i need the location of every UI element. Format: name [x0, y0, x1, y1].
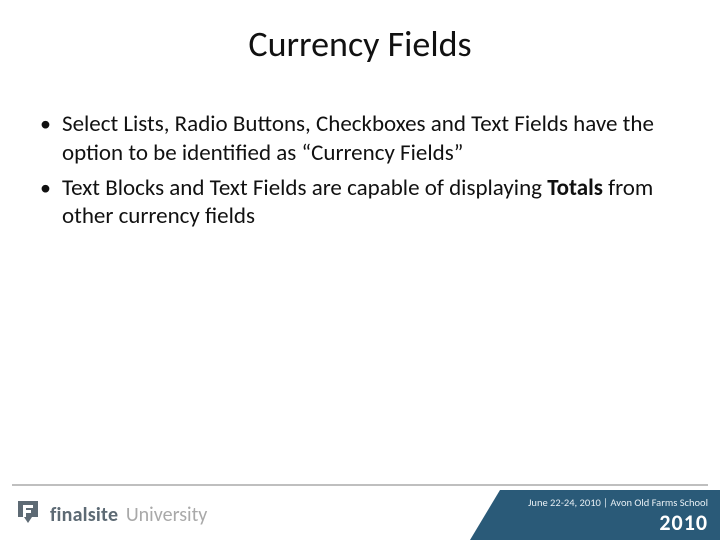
bullet-list: Select Lists, Radio Buttons, Checkboxes … [38, 110, 680, 231]
event-year: 2010 [659, 509, 708, 536]
event-date-venue: June 22-24, 2010 | Avon Old Farms School [528, 496, 708, 509]
brand-text: finalsite University [50, 503, 207, 527]
bullet-item: Select Lists, Radio Buttons, Checkboxes … [38, 110, 680, 168]
bullet-item: Text Blocks and Text Fields are capable … [38, 174, 680, 232]
footer-divider [12, 484, 708, 486]
footer-left: finalsite University [14, 499, 207, 530]
brand-main: finalsite [50, 503, 118, 527]
slide-body: Select Lists, Radio Buttons, Checkboxes … [38, 110, 680, 237]
finalsite-logo-icon [14, 499, 42, 530]
footer: finalsite University June 22-24, 2010 | … [0, 484, 720, 540]
brand-sub: University [126, 503, 208, 527]
bullet-text: Text Blocks and Text Fields are capable … [62, 174, 547, 202]
slide-title: Currency Fields [0, 22, 720, 66]
footer-right: June 22-24, 2010 | Avon Old Farms School… [470, 490, 720, 540]
bullet-text: Select Lists, Radio Buttons, Checkboxes … [62, 110, 654, 167]
bullet-bold: Totals [547, 174, 603, 202]
slide: Currency Fields Select Lists, Radio Butt… [0, 0, 720, 540]
